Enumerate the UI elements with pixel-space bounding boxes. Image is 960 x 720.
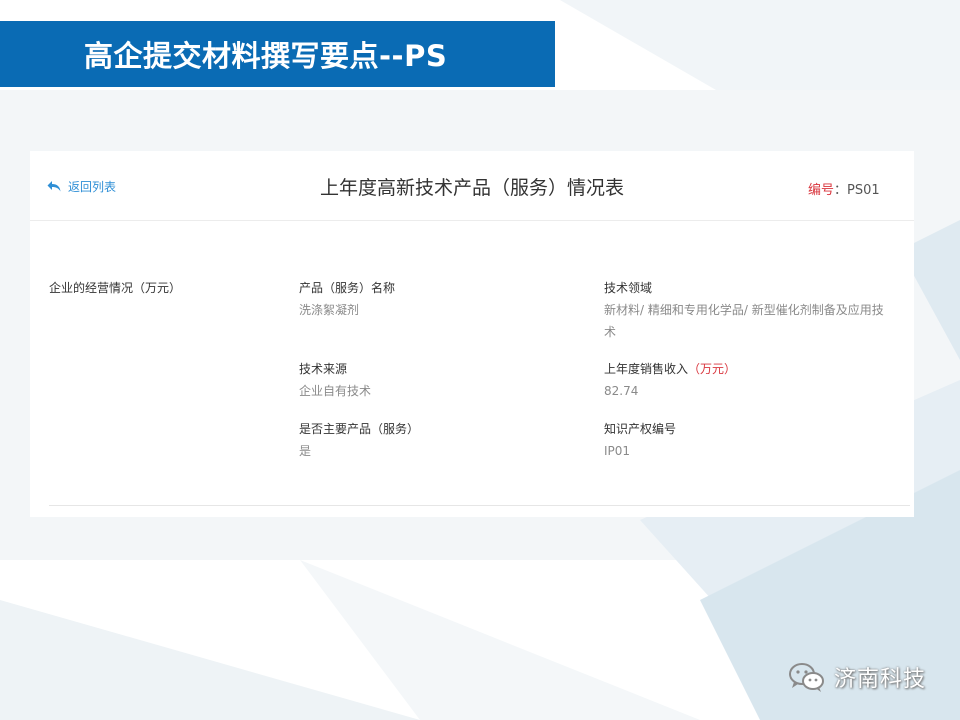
field-label: 技术领域	[604, 281, 653, 295]
page-title: 上年度高新技术产品（服务）情况表	[319, 177, 624, 199]
field-is-main-product: 是否主要产品（服务） 是	[299, 418, 419, 462]
slide-title-banner: 高企提交材料撰写要点--PS	[0, 21, 555, 87]
sales-income-label: 上年度销售收入	[604, 362, 689, 376]
field-label: 是否主要产品（服务）	[299, 422, 420, 436]
field-tech-source: 技术来源 企业自有技术	[299, 358, 371, 402]
field-value: 82.74	[604, 384, 639, 398]
field-ip-number: 知识产权编号 IP01	[604, 418, 676, 462]
wechat-watermark: 济南科技	[786, 661, 926, 693]
field-product-name: 产品（服务）名称 洗涤絮凝剂	[299, 277, 395, 321]
report-card: 返回列表 上年度高新技术产品（服务）情况表 编号：PS01 企业的经营情况（万元…	[30, 151, 914, 517]
field-label: 知识产权编号	[604, 422, 677, 436]
field-label: 产品（服务）名称	[299, 281, 396, 295]
code-separator: ：	[834, 183, 848, 198]
field-value: 新材料/ 精细和专用化学品/ 新型催化剂制备及应用技术	[604, 303, 884, 339]
field-sales-income: 上年度销售收入（万元） 82.74	[604, 358, 736, 402]
field-value: 是	[299, 444, 312, 458]
slide-title: 高企提交材料撰写要点--PS	[84, 39, 448, 73]
code-value: PS01	[847, 183, 880, 198]
field-value: IP01	[604, 444, 631, 458]
field-value: 企业自有技术	[299, 384, 372, 398]
field-label: 上年度销售收入（万元）	[604, 358, 736, 380]
field-value: 洗涤絮凝剂	[299, 303, 360, 317]
sales-income-unit: （万元）	[688, 362, 737, 376]
field-tech-field: 技术领域 新材料/ 精细和专用化学品/ 新型催化剂制备及应用技术	[604, 277, 894, 343]
field-label: 技术来源	[299, 362, 348, 376]
section-label: 企业的经营情况（万元）	[49, 281, 182, 295]
wechat-icon	[789, 663, 824, 692]
record-code: 编号：PS01	[808, 179, 880, 198]
watermark-text: 济南科技	[834, 667, 927, 692]
card-header: 返回列表 上年度高新技术产品（服务）情况表 编号：PS01	[30, 151, 914, 221]
code-label: 编号	[808, 183, 835, 198]
divider	[49, 505, 910, 506]
